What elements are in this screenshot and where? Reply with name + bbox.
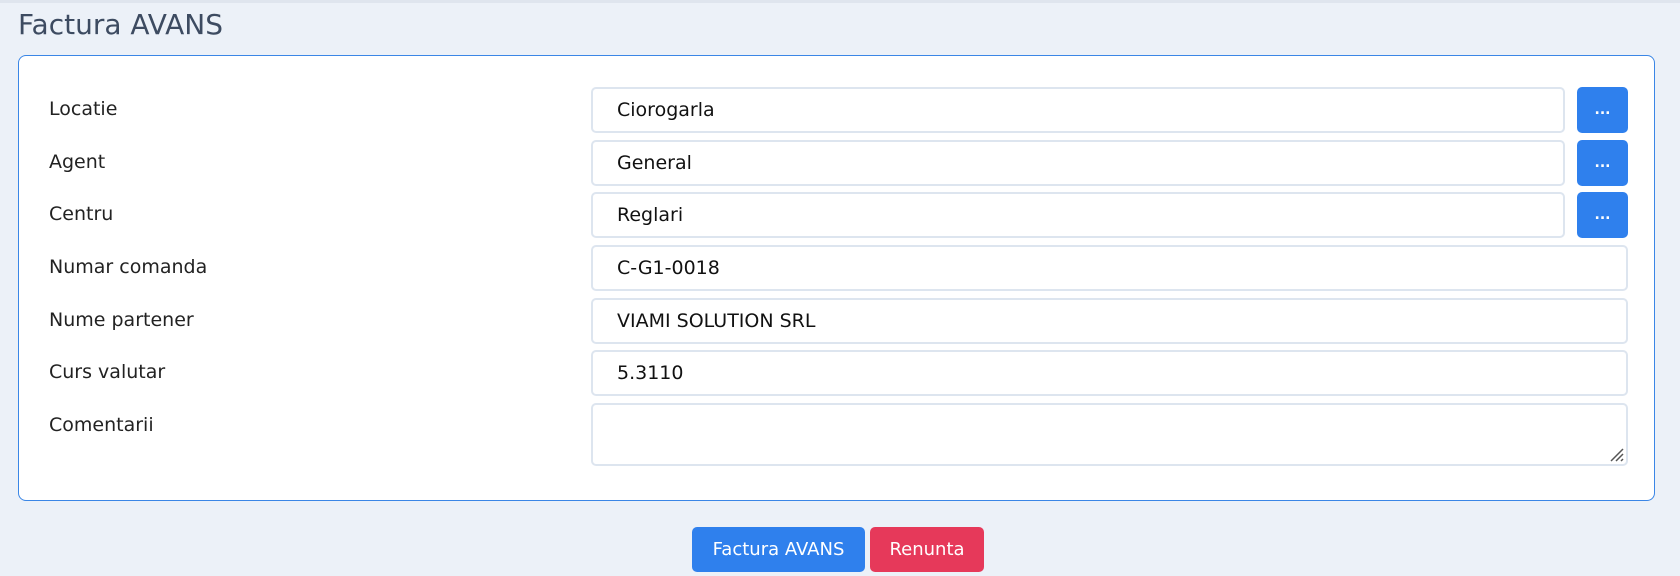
agent-browse-button[interactable]: ... (1577, 140, 1628, 186)
curs-valutar-field[interactable]: 5.3110 (591, 350, 1628, 396)
numar-comanda-field[interactable]: C-G1-0018 (591, 245, 1628, 291)
centru-browse-button[interactable]: ... (1577, 192, 1628, 238)
nume-partener-label: Nume partener (49, 309, 194, 331)
centru-field[interactable]: Reglari (591, 192, 1565, 238)
locatie-label: Locatie (49, 98, 118, 120)
page-title: Factura AVANS (18, 8, 223, 41)
comentarii-textarea[interactable] (591, 403, 1628, 466)
top-border (0, 0, 1680, 3)
invoice-form-panel: Locatie Ciorogarla ... Agent General ...… (18, 55, 1655, 501)
locatie-browse-button[interactable]: ... (1577, 87, 1628, 133)
agent-label: Agent (49, 151, 106, 173)
renunta-button[interactable]: Renunta (870, 527, 984, 572)
comentarii-label: Comentarii (49, 414, 154, 436)
curs-valutar-label: Curs valutar (49, 361, 166, 383)
numar-comanda-label: Numar comanda (49, 256, 208, 278)
nume-partener-field[interactable]: VIAMI SOLUTION SRL (591, 298, 1628, 344)
locatie-field[interactable]: Ciorogarla (591, 87, 1565, 133)
agent-field[interactable]: General (591, 140, 1565, 186)
resize-grip-icon[interactable] (1606, 444, 1624, 462)
factura-avans-button[interactable]: Factura AVANS (692, 527, 865, 572)
centru-label: Centru (49, 203, 114, 225)
